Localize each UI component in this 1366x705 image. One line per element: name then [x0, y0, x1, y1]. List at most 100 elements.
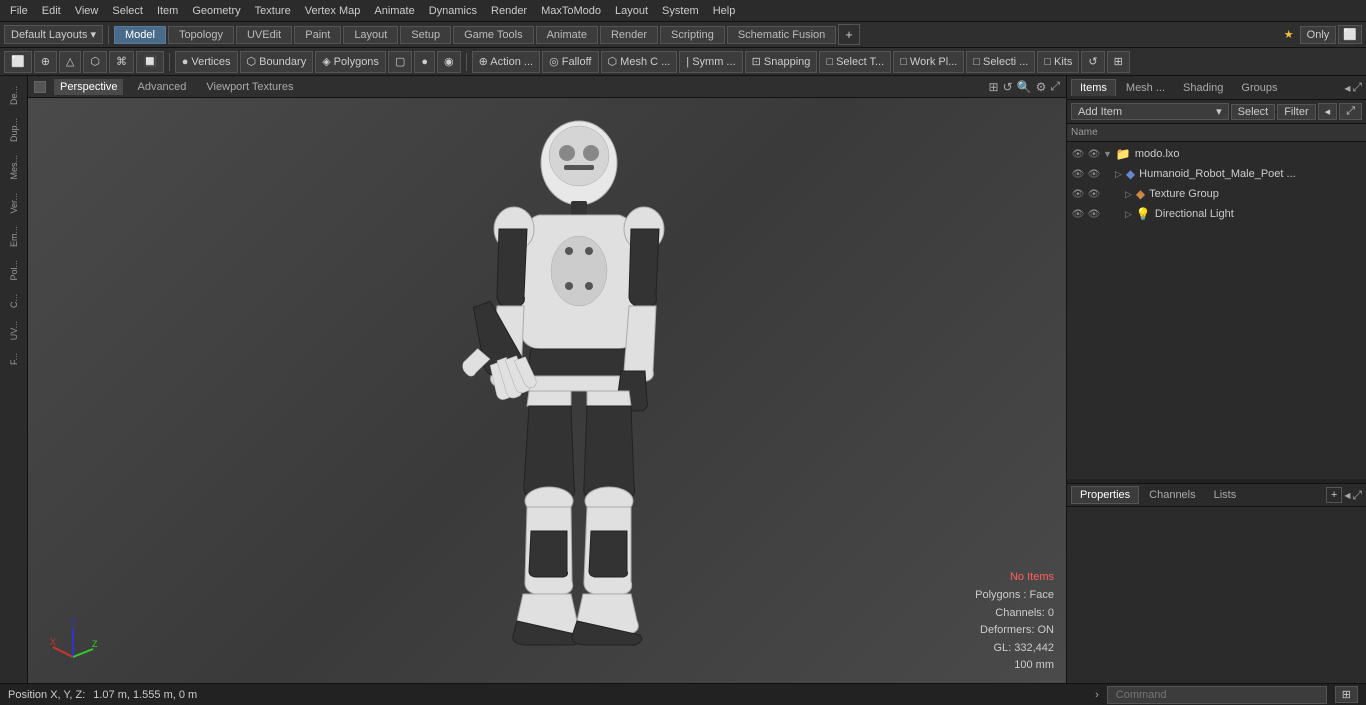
vertices-button[interactable]: ● Vertices — [175, 51, 238, 73]
item-row-texture[interactable]: 👁 👁 ▷ ◆ Texture Group — [1067, 184, 1366, 204]
items-list[interactable]: 👁 👁 ▼ 📁 modo.lxo 👁 👁 ▷ ◆ Humanoid_Robot_… — [1067, 142, 1366, 479]
filter-button[interactable]: Filter — [1277, 104, 1315, 120]
item-row-humanoid[interactable]: 👁 👁 ▷ ◆ Humanoid_Robot_Male_Poet ... — [1067, 164, 1366, 184]
mode-btn-5[interactable]: ⌘ — [109, 51, 134, 73]
menu-animate[interactable]: Animate — [368, 3, 420, 19]
rotate-view-button[interactable]: ↺ — [1081, 51, 1104, 73]
viewport-maximize-button[interactable]: ⤢ — [1050, 79, 1060, 94]
viewport-settings-button[interactable]: ⚙ — [1036, 79, 1047, 94]
menu-help[interactable]: Help — [707, 3, 742, 19]
sidebar-item-c[interactable]: C... — [7, 288, 21, 314]
selection-button[interactable]: □ Selecti ... — [966, 51, 1035, 73]
items-collapse-btn[interactable]: ⤢ — [1339, 103, 1362, 120]
only-button[interactable]: Only — [1300, 26, 1337, 44]
command-input[interactable] — [1107, 686, 1327, 704]
polygons-button[interactable]: ◈ Polygons — [315, 51, 386, 73]
prop-tab-channels[interactable]: Channels — [1141, 487, 1203, 503]
menu-dynamics[interactable]: Dynamics — [423, 3, 483, 19]
right-tab-groups[interactable]: Groups — [1233, 80, 1285, 96]
menu-render[interactable]: Render — [485, 3, 533, 19]
menu-vertexmap[interactable]: Vertex Map — [299, 3, 367, 19]
eye-icon-light[interactable]: 👁 — [1071, 207, 1085, 221]
menu-texture[interactable]: Texture — [249, 3, 297, 19]
sidebar-item-ver[interactable]: Ver... — [7, 187, 21, 220]
mode-btn-2[interactable]: ⊕ — [34, 51, 57, 73]
viewport-search-button[interactable]: 🔍 — [1017, 79, 1032, 94]
viewport-tab-perspective[interactable]: Perspective — [54, 79, 123, 95]
mode-btn-6[interactable]: 🔲 — [136, 51, 164, 73]
mode-btn-1[interactable]: ⬜ — [4, 51, 32, 73]
right-tab-items[interactable]: Items — [1071, 79, 1116, 96]
viewport-tab-textures[interactable]: Viewport Textures — [200, 79, 299, 95]
mesh-button[interactable]: ⬡ Mesh C ... — [601, 51, 678, 73]
sidebar-item-f[interactable]: F... — [7, 347, 21, 371]
item-row-modo-lxo[interactable]: 👁 👁 ▼ 📁 modo.lxo — [1067, 144, 1366, 164]
command-execute-button[interactable]: ⊞ — [1335, 686, 1358, 703]
workplane-button[interactable]: □ Work Pl... — [893, 51, 964, 73]
layout-dropdown[interactable]: Default Layouts ▾ — [4, 25, 103, 44]
menu-maxtomodo[interactable]: MaxToModo — [535, 3, 607, 19]
items-expand-btn[interactable]: ◂ — [1318, 103, 1338, 120]
add-tab-button[interactable]: + — [838, 24, 860, 45]
sidebar-item-mes[interactable]: Mes... — [7, 149, 21, 186]
menu-view[interactable]: View — [69, 3, 105, 19]
menu-layout[interactable]: Layout — [609, 3, 654, 19]
right-panel-collapse[interactable]: ◂ — [1344, 80, 1350, 95]
eye-icon-modo[interactable]: 👁 — [1071, 147, 1085, 161]
sidebar-item-pol[interactable]: Pol... — [7, 254, 21, 287]
tab-schematicfusion[interactable]: Schematic Fusion — [727, 26, 836, 44]
eye2-icon-texture[interactable]: 👁 — [1087, 187, 1101, 201]
sidebar-item-dup[interactable]: Dup... — [7, 112, 21, 148]
prop-tab-lists[interactable]: Lists — [1206, 487, 1245, 503]
add-item-dropdown[interactable]: Add Item ▾ — [1071, 103, 1229, 120]
right-tab-mesh[interactable]: Mesh ... — [1118, 80, 1173, 96]
tab-layout[interactable]: Layout — [343, 26, 398, 44]
boundary-button[interactable]: ⬡ Boundary — [240, 51, 314, 73]
viewport-tab-advanced[interactable]: Advanced — [131, 79, 192, 95]
tab-animate[interactable]: Animate — [536, 26, 598, 44]
tab-topology[interactable]: Topology — [168, 26, 234, 44]
action-button[interactable]: ⊕ Action ... — [472, 51, 540, 73]
snapping-button[interactable]: ⊡ Snapping — [745, 51, 818, 73]
right-tab-shading[interactable]: Shading — [1175, 80, 1231, 96]
mode-btn-3[interactable]: △ — [59, 51, 81, 73]
viewport-collapse[interactable] — [34, 81, 46, 93]
prop-expand-button[interactable]: ⤢ — [1352, 487, 1362, 503]
mode-btn-4[interactable]: ⬡ — [83, 51, 107, 73]
eye2-icon-light[interactable]: 👁 — [1087, 207, 1101, 221]
menu-file[interactable]: File — [4, 3, 34, 19]
sidebar-item-em[interactable]: Em... — [7, 220, 21, 253]
item-row-light[interactable]: 👁 👁 ▷ 💡 Directional Light — [1067, 204, 1366, 224]
eye2-icon-modo[interactable]: 👁 — [1087, 147, 1101, 161]
tab-paint[interactable]: Paint — [294, 26, 341, 44]
tab-model[interactable]: Model — [114, 26, 166, 44]
prop-collapse-button[interactable]: ◂ — [1344, 487, 1350, 503]
dot-btn[interactable]: ● — [414, 51, 435, 73]
grid-button[interactable]: ⊞ — [1107, 51, 1130, 73]
select-button[interactable]: Select — [1231, 104, 1276, 120]
tab-scripting[interactable]: Scripting — [660, 26, 725, 44]
sidebar-item-uv[interactable]: UV... — [7, 315, 21, 346]
eye2-icon-humanoid[interactable]: 👁 — [1087, 167, 1101, 181]
tab-setup[interactable]: Setup — [400, 26, 451, 44]
viewport-canvas[interactable]: No Items Polygons : Face Channels: 0 Def… — [28, 98, 1066, 683]
selectt-button[interactable]: □ Select T... — [819, 51, 891, 73]
menu-item[interactable]: Item — [151, 3, 184, 19]
menu-geometry[interactable]: Geometry — [186, 3, 246, 19]
viewport-refresh-button[interactable]: ↺ — [1003, 79, 1013, 94]
eye-icon-texture[interactable]: 👁 — [1071, 187, 1085, 201]
maximize-button[interactable]: ⬜ — [1338, 25, 1362, 44]
kits-button[interactable]: □ Kits — [1037, 51, 1079, 73]
falloff-button[interactable]: ◎ Falloff — [542, 51, 598, 73]
shape-btn[interactable]: ▢ — [388, 51, 412, 73]
right-panel-expand[interactable]: ⤢ — [1352, 80, 1362, 95]
tab-uvedit[interactable]: UVEdit — [236, 26, 292, 44]
menu-system[interactable]: System — [656, 3, 705, 19]
tab-gametools[interactable]: Game Tools — [453, 26, 534, 44]
eye-icon-humanoid[interactable]: 👁 — [1071, 167, 1085, 181]
menu-select[interactable]: Select — [106, 3, 149, 19]
ring-btn[interactable]: ◉ — [437, 51, 461, 73]
prop-add-button[interactable]: + — [1326, 487, 1342, 503]
menu-edit[interactable]: Edit — [36, 3, 67, 19]
viewport-fit-button[interactable]: ⊞ — [989, 79, 999, 94]
